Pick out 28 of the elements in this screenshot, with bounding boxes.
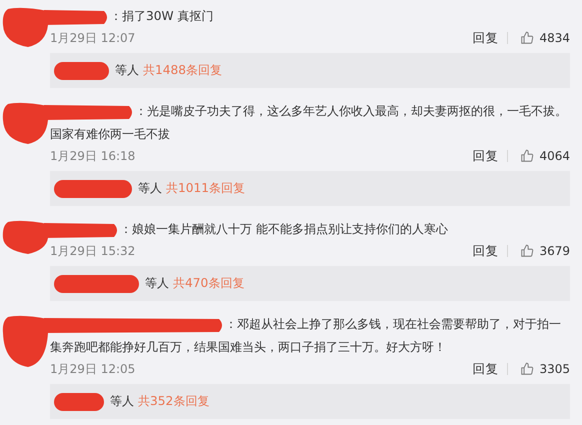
comment-time: 1月29日 15:32 xyxy=(50,242,136,260)
reply-link[interactable]: 回复 xyxy=(472,363,508,375)
comment-text: ：娘娘一集片酬就八十万 能不能多捐点别让支持你们的人寒心 xyxy=(120,221,448,238)
reply-link[interactable]: 回复 xyxy=(472,245,508,257)
comment-text: 集奔跑吧都能挣好几百万，结果国难当头，两口子捐了三十万。好大方呀！ xyxy=(50,339,446,356)
comment-text: 国家有难你两一毛不拔 xyxy=(50,126,170,143)
like-count: 3305 xyxy=(539,362,570,376)
comment-time: 1月29日 12:07 xyxy=(50,30,136,46)
thread-prefix: 等人 xyxy=(115,62,139,79)
thumbs-up-icon xyxy=(520,244,534,258)
thumbs-up-icon xyxy=(520,31,534,45)
comment-text: ：光是嘴皮子功夫了得，这么多年艺人你收入最高，却夫妻两抠的很，一毛不拔。 xyxy=(135,103,567,120)
like-count: 4834 xyxy=(539,31,570,45)
comment-text: ：捐了30W 真抠门 xyxy=(110,8,214,25)
reply-link[interactable]: 回复 xyxy=(472,150,508,162)
redaction-scribble xyxy=(54,391,104,413)
comment-time: 1月29日 16:18 xyxy=(50,148,136,164)
comment-text: ：邓超从社会上挣了那么多钱，现在社会需要帮助了，对于拍一 xyxy=(225,316,561,333)
redaction-scribble xyxy=(54,60,109,82)
thread-prefix: 等人 xyxy=(138,180,162,197)
like-count: 4064 xyxy=(539,149,570,163)
thread-prefix: 等人 xyxy=(110,393,134,410)
thumbs-up-icon xyxy=(520,149,534,163)
like-count: 3679 xyxy=(539,244,570,258)
thumbs-up-icon xyxy=(520,362,534,376)
reply-link[interactable]: 回复 xyxy=(472,32,508,44)
comment-time: 1月29日 12:05 xyxy=(50,360,136,378)
thread-prefix: 等人 xyxy=(145,275,169,292)
